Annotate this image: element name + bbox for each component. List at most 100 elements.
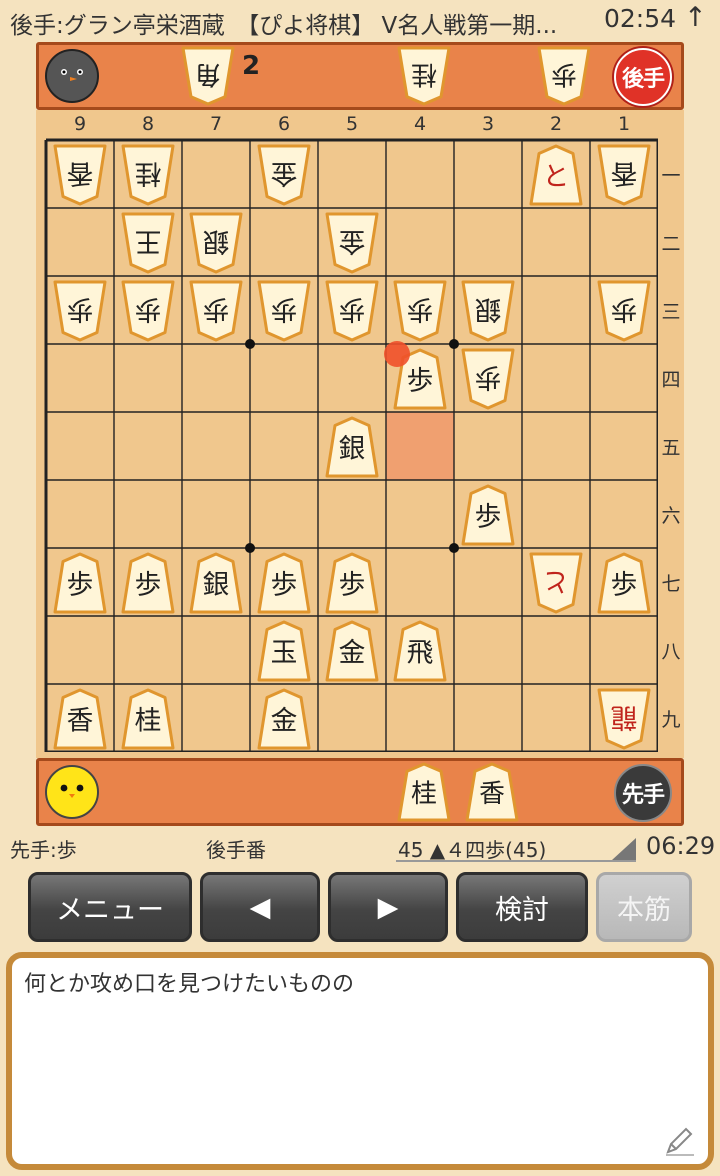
star-point [245, 543, 255, 553]
piece-53-label: 歩 [339, 294, 366, 325]
piece-68-label: 玉 [271, 637, 298, 668]
rank-coord: 七 [661, 573, 681, 595]
rank-coord: 九 [661, 709, 681, 731]
file-coord: 4 [413, 113, 427, 135]
piece-77-label: 銀 [203, 569, 230, 600]
last-move-from-highlight [386, 412, 454, 480]
piece-93[interactable]: 歩 [53, 280, 107, 342]
piece-99-label: 香 [67, 705, 94, 736]
piece-57-label: 歩 [339, 569, 366, 600]
piece-57[interactable]: 歩 [325, 552, 379, 614]
move-dropdown-icon[interactable] [612, 838, 636, 860]
piece-36[interactable]: 歩 [461, 484, 515, 546]
piece-81[interactable]: 桂 [121, 144, 175, 206]
mainline-button[interactable]: 本筋 [596, 872, 692, 942]
rank-coord: 一 [661, 165, 681, 187]
piece-58-label: 金 [339, 637, 366, 668]
piece-97[interactable]: 歩 [53, 552, 107, 614]
star-point [245, 339, 255, 349]
piece-73-label: 歩 [203, 294, 230, 325]
piece-73[interactable]: 歩 [189, 280, 243, 342]
piece-83[interactable]: 歩 [121, 280, 175, 342]
piece-52-label: 金 [339, 226, 366, 257]
file-coord: 8 [141, 113, 155, 135]
hand-piece-label: 桂 [411, 779, 437, 809]
hand-piece-label: 歩 [551, 59, 577, 89]
piece-89-label: 桂 [135, 705, 162, 736]
menu-button[interactable]: メニュー [28, 872, 192, 942]
edit-pencil-icon[interactable] [662, 1122, 698, 1162]
prev-move-button[interactable]: ◀ [200, 872, 320, 942]
piece-63[interactable]: 歩 [257, 280, 311, 342]
file-coord: 5 [345, 113, 359, 135]
piece-52[interactable]: 金 [325, 212, 379, 274]
piece-72[interactable]: 銀 [189, 212, 243, 274]
piece-68[interactable]: 玉 [257, 620, 311, 682]
piece-69-label: 金 [271, 705, 298, 736]
last-move-marker [384, 341, 410, 367]
piece-34[interactable]: 歩 [461, 348, 515, 410]
piece-61[interactable]: 金 [257, 144, 311, 206]
hand-count: 2 [242, 51, 260, 81]
sente-hand-pieces[interactable]: 桂香 [36, 758, 684, 826]
next-move-button[interactable]: ▶ [328, 872, 448, 942]
piece-72-label: 銀 [203, 226, 230, 257]
piece-13[interactable]: 歩 [597, 280, 651, 342]
current-move[interactable]: 45 ▲４四歩(45) [398, 834, 546, 863]
piece-82[interactable]: 王 [121, 212, 175, 274]
piece-82-label: 王 [135, 226, 162, 257]
file-coord: 2 [549, 113, 563, 135]
hand-piece-label: 角 [195, 59, 221, 89]
piece-91[interactable]: 香 [53, 144, 107, 206]
hand-piece[interactable]: 角 [181, 46, 235, 106]
move-underline [396, 860, 636, 862]
piece-33[interactable]: 銀 [461, 280, 515, 342]
piece-17-label: 歩 [611, 569, 638, 600]
piece-89[interactable]: 桂 [121, 688, 175, 750]
piece-81-label: 桂 [135, 158, 162, 189]
piece-87[interactable]: 歩 [121, 552, 175, 614]
turn-indicator: 後手番 [206, 838, 266, 862]
hand-piece[interactable]: 歩 [537, 46, 591, 106]
piece-21-label: と [543, 161, 570, 192]
piece-27[interactable]: と [529, 552, 583, 614]
hand-piece[interactable]: 桂 [397, 46, 451, 106]
piece-91-label: 香 [67, 158, 94, 189]
piece-58[interactable]: 金 [325, 620, 379, 682]
piece-55[interactable]: 銀 [325, 416, 379, 478]
rank-coord: 五 [661, 437, 681, 459]
file-coord: 1 [617, 113, 631, 135]
file-coord: 9 [73, 113, 87, 135]
comment-text: 何とか攻め口を見つけたいものの [24, 972, 355, 997]
piece-93-label: 歩 [67, 294, 94, 325]
piece-83-label: 歩 [135, 294, 162, 325]
piece-19-label: 龍 [611, 702, 638, 733]
shogi-board[interactable]: 香桂金と香王銀金歩歩歩歩歩歩銀歩歩 歩銀歩歩歩銀歩歩と歩玉金飛香桂金龍 [44, 138, 658, 752]
sente-hand-text: 先手:歩 [10, 838, 77, 862]
piece-48[interactable]: 飛 [393, 620, 447, 682]
upload-arrow-icon: ↑ [684, 2, 707, 33]
piece-13-label: 歩 [611, 294, 638, 325]
piece-21[interactable]: と [529, 144, 583, 206]
piece-97-label: 歩 [67, 569, 94, 600]
piece-99[interactable]: 香 [53, 688, 107, 750]
piece-44-label: 歩 [407, 365, 434, 396]
file-coord: 6 [277, 113, 291, 135]
piece-67-label: 歩 [271, 569, 298, 600]
piece-53[interactable]: 歩 [325, 280, 379, 342]
analyze-button[interactable]: 検討 [456, 872, 588, 942]
piece-77[interactable]: 銀 [189, 552, 243, 614]
rank-coord: 二 [661, 233, 681, 255]
file-coord: 3 [481, 113, 495, 135]
piece-69[interactable]: 金 [257, 688, 311, 750]
piece-17[interactable]: 歩 [597, 552, 651, 614]
hand-piece[interactable]: 香 [465, 762, 519, 822]
piece-43[interactable]: 歩 [393, 280, 447, 342]
piece-67[interactable]: 歩 [257, 552, 311, 614]
gote-hand-pieces[interactable]: 角2 桂 歩 [36, 42, 684, 110]
piece-36-label: 歩 [475, 501, 502, 532]
hand-piece[interactable]: 桂 [397, 762, 451, 822]
piece-11[interactable]: 香 [597, 144, 651, 206]
piece-19[interactable]: 龍 [597, 688, 651, 750]
piece-43-label: 歩 [407, 294, 434, 325]
